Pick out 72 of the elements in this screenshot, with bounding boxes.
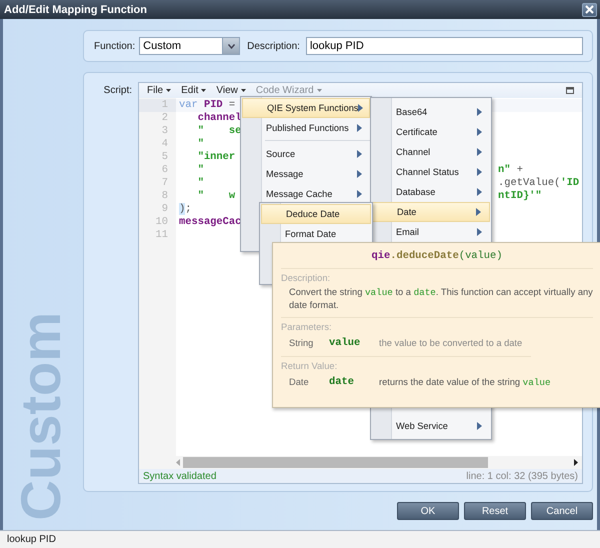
toolbar-menu[interactable]: Edit <box>181 85 206 96</box>
menu-item[interactable]: Base64 <box>372 102 490 122</box>
parameter-name: value <box>329 337 362 349</box>
menu-item[interactable]: Format Date <box>261 224 371 244</box>
code-text: n" + <box>498 164 523 177</box>
code-text: " <box>196 164 204 177</box>
dialog-button[interactable]: Cancel <box>531 502 593 520</box>
horizontal-scrollbar[interactable] <box>176 457 578 468</box>
cursor-position: line: 1 col: 32 (395 bytes) <box>466 470 578 482</box>
code-text: ); <box>179 203 192 216</box>
scroll-right-icon[interactable] <box>574 459 578 466</box>
script-label: Script: <box>104 85 132 96</box>
caret-icon <box>201 89 206 92</box>
menu-item[interactable]: Source <box>242 144 370 164</box>
line-number: 8 <box>160 190 169 203</box>
line-number: 6 <box>160 164 169 177</box>
menu-item[interactable]: Channel <box>372 142 490 162</box>
code-text: "inner <box>196 151 236 164</box>
menu-item[interactable]: Published Functions <box>242 118 370 138</box>
function-label: Function: <box>94 40 136 52</box>
code-text: var PID = <box>179 99 236 112</box>
line-number: 11 <box>154 229 169 242</box>
menu-item[interactable]: Message <box>242 164 370 184</box>
code-text: channel <box>196 112 242 125</box>
line-number: 2 <box>160 112 169 125</box>
caret-icon <box>240 89 246 92</box>
toolbar-menu[interactable]: File <box>147 85 172 96</box>
menu-item[interactable]: QIE System Functions <box>242 98 370 118</box>
maximize-icon[interactable] <box>566 87 574 94</box>
dialog-button[interactable]: Reset <box>464 502 526 520</box>
status-text: lookup PID <box>7 534 56 545</box>
menu-item[interactable]: Certificate <box>372 122 490 142</box>
function-dropdown[interactable]: Custom <box>139 37 240 55</box>
syntax-status: Syntax validated <box>143 470 216 482</box>
menu-item[interactable]: Date <box>372 202 490 222</box>
dialog-button[interactable]: OK <box>397 502 459 520</box>
close-button[interactable] <box>582 2 597 16</box>
menu-item[interactable]: Message Cache <box>242 184 370 204</box>
description-field[interactable]: lookup PID <box>306 37 583 55</box>
line-number: 10 <box>154 216 169 229</box>
code-text: .getValue('ID <box>498 177 580 190</box>
chevron-icon <box>228 44 235 48</box>
menu-item[interactable]: Web Service <box>372 416 490 436</box>
parameter-description: the value to be converted to a date <box>379 338 522 348</box>
menu-item[interactable]: Email <box>372 222 490 242</box>
toolbar-menu[interactable]: View <box>216 85 246 96</box>
code-text: messageCac <box>179 216 242 229</box>
line-number: 3 <box>160 125 169 138</box>
code-text: " w <box>196 190 236 203</box>
return-heading: Return Value: <box>281 361 338 371</box>
caret-icon <box>166 89 172 92</box>
code-text: ntID}'" <box>498 190 542 203</box>
menu-item[interactable]: Database <box>372 182 490 202</box>
return-type: Date <box>289 377 310 387</box>
return-description: returns the date value of the string value <box>379 376 551 388</box>
line-number: 5 <box>160 151 169 164</box>
return-name: date <box>329 376 355 388</box>
line-number: 7 <box>160 177 169 190</box>
parameters-heading: Parameters: <box>281 322 333 332</box>
description-label: Description: <box>247 40 300 52</box>
menu-item[interactable]: Deduce Date <box>261 204 371 224</box>
menu-item[interactable]: Channel Status <box>372 162 490 182</box>
code-text: " <box>196 138 204 151</box>
description-text: Convert the string value to a date. This function can accept virtually any date format. <box>289 287 593 310</box>
parameter-type: String <box>289 338 314 348</box>
window-title: Add/Edit Mapping Function <box>4 4 147 16</box>
code-text: " <box>196 177 204 190</box>
function-signature: qie.deduceDate(value) <box>372 250 502 262</box>
description-heading: Description: <box>281 273 332 283</box>
line-number: 4 <box>160 138 169 151</box>
caret-icon <box>316 89 322 92</box>
line-number: 9 <box>160 203 169 216</box>
